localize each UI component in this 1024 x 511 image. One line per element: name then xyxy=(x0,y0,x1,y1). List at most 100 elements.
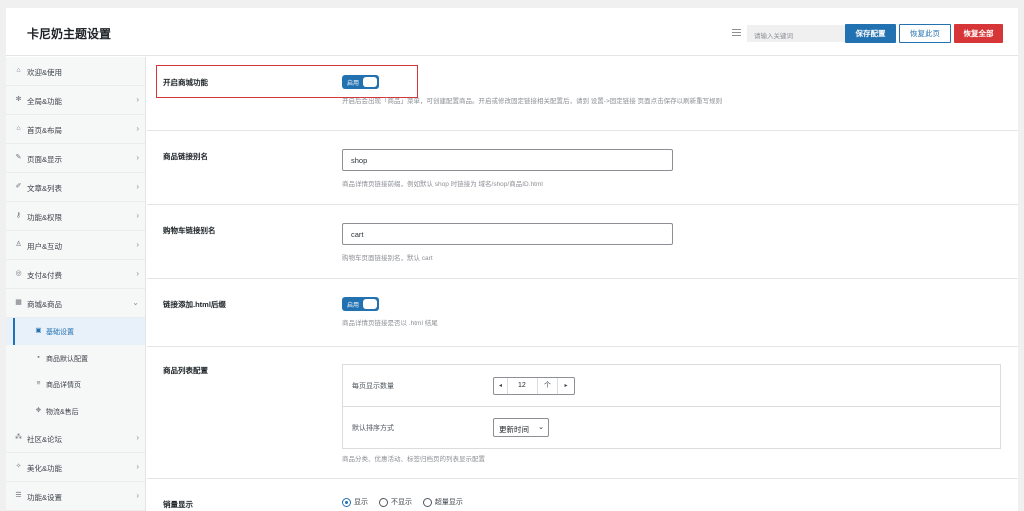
setting-description: 商品详情页链接是否以 .html 结尾 xyxy=(342,320,438,327)
setting-description: 开启后会出现「商品」菜单，可创建配置商品。开启或修改固定链接相关配置后，请到 设… xyxy=(342,98,723,105)
grid-icon: ▣ xyxy=(35,327,42,334)
per-page-stepper[interactable]: ◂ 12 个 ▸ xyxy=(493,377,575,395)
per-page-value: 12 xyxy=(518,382,526,389)
sidebar-item-function-settings[interactable]: ☰ 功能&设置 › xyxy=(6,482,145,511)
sort-label: 默认排序方式 xyxy=(352,425,394,432)
setting-label: 销量显示 xyxy=(163,500,193,509)
menu-icon[interactable] xyxy=(732,29,741,37)
radio-show[interactable]: 显示 xyxy=(342,497,368,507)
sidebar-item-global[interactable]: ✻ 全局&功能 › xyxy=(6,86,145,115)
chevron-right-icon: › xyxy=(136,433,139,442)
sidebar: ⌂ 欢迎&使用 ✻ 全局&功能 › ⌂ 首页&布局 › ✎ 页面&显示 › ✐ … xyxy=(6,57,146,511)
sidebar-item-users[interactable]: ♙ 用户&互动 › xyxy=(6,231,145,260)
home-icon: ⌂ xyxy=(16,67,21,74)
product-slug-input[interactable]: shop xyxy=(342,149,673,171)
chevron-right-icon: › xyxy=(136,182,139,191)
setting-label: 商品链接别名 xyxy=(163,152,208,161)
sidebar-item-label: 商城&商品 xyxy=(27,300,63,309)
user-icon: ♙ xyxy=(15,241,22,248)
magic-icon: ✧ xyxy=(15,463,22,470)
increment-icon[interactable]: ▸ xyxy=(557,378,574,394)
settings-panel: 卡尼奶主题设置 请输入关键词 保存配置 恢复此页 恢复全部 ⌂ 欢迎&使用 ✻ … xyxy=(6,8,1018,511)
toggle-label: 启用 xyxy=(347,81,360,87)
decrement-icon[interactable]: ◂ xyxy=(494,378,508,394)
chevron-right-icon: › xyxy=(136,153,139,162)
setting-description: 商品详情页链接前缀，例如默认 shop 时链接为 域名/shop/商品ID.ht… xyxy=(342,181,543,188)
chevron-down-icon: ⌄ xyxy=(132,298,139,307)
chevron-right-icon: › xyxy=(136,462,139,471)
sidebar-item-home-layout[interactable]: ⌂ 首页&布局 › xyxy=(6,115,145,144)
house-icon: ⌂ xyxy=(16,125,21,132)
brush-icon: ✎ xyxy=(15,154,22,161)
sidebar-item-payment[interactable]: ◎ 支付&付费 › xyxy=(6,260,145,289)
chevron-right-icon: › xyxy=(136,95,139,104)
sidebar-item-posts[interactable]: ✐ 文章&列表 › xyxy=(6,173,145,202)
sidebar-subitem-label: 商品详情页 xyxy=(46,382,81,389)
setting-row-html-suffix: 链接添加.html后缀 启用 商品详情页链接是否以 .html 结尾 xyxy=(147,279,1018,347)
setting-row-product-slug: 商品链接别名 shop 商品详情页链接前缀，例如默认 shop 时链接为 域名/… xyxy=(147,131,1018,205)
sidebar-item-label: 社区&论坛 xyxy=(27,435,63,444)
sidebar-subitem-logistics[interactable]: ✥ 物流&售后 xyxy=(6,397,145,424)
setting-label: 购物车链接别名 xyxy=(163,226,216,235)
setting-row-list-config: 商品列表配置 每页显示数量 ◂ 12 个 ▸ 默认排序方式 更新时间 ⌄ 商品分… xyxy=(147,347,1018,479)
sort-value: 更新时间 xyxy=(499,425,529,434)
sidebar-subitem-label: 基础设置 xyxy=(46,329,74,336)
per-page-unit: 个 xyxy=(537,378,557,394)
sales-display-radio-group: 显示 不显示 超量显示 xyxy=(342,497,472,507)
reset-page-button[interactable]: 恢复此页 xyxy=(899,24,951,43)
shop-icon: ▦ xyxy=(15,299,22,306)
sidebar-item-shop[interactable]: ▦ 商城&商品 ⌄ xyxy=(6,289,145,318)
sidebar-subitem-product-defaults[interactable]: ▪ 商品默认配置 xyxy=(6,344,145,371)
reset-all-button[interactable]: 恢复全部 xyxy=(954,24,1003,43)
list-icon: ☰ xyxy=(15,492,22,499)
sidebar-item-label: 首页&布局 xyxy=(27,126,63,135)
chevron-right-icon: › xyxy=(136,124,139,133)
per-page-row: 每页显示数量 ◂ 12 个 ▸ xyxy=(343,365,1000,407)
chevron-right-icon: › xyxy=(136,491,139,500)
gear-icon: ✻ xyxy=(15,96,22,103)
sidebar-item-page-display[interactable]: ✎ 页面&显示 › xyxy=(6,144,145,173)
cart-slug-input[interactable]: cart xyxy=(342,223,673,245)
pencil-icon: ✐ xyxy=(15,183,22,190)
radio-dot xyxy=(342,497,351,507)
toggle-knob xyxy=(363,77,377,87)
sidebar-item-label: 功能&设置 xyxy=(27,493,63,502)
sidebar-item-welcome[interactable]: ⌂ 欢迎&使用 xyxy=(6,57,145,86)
save-button[interactable]: 保存配置 xyxy=(845,24,896,43)
sidebar-item-beautify[interactable]: ✧ 美化&功能 › xyxy=(6,453,145,482)
radio-label: 显示 xyxy=(354,499,368,506)
community-icon: ⁂ xyxy=(15,434,22,441)
list-config-table: 每页显示数量 ◂ 12 个 ▸ 默认排序方式 更新时间 ⌄ xyxy=(342,364,1001,449)
truck-icon: ✥ xyxy=(35,406,42,414)
sidebar-item-label: 页面&显示 xyxy=(27,155,63,164)
radio-hide[interactable]: 不显示 xyxy=(378,497,412,507)
shop-enable-toggle[interactable]: 启用 xyxy=(342,75,379,89)
chevron-right-icon: › xyxy=(136,211,139,220)
sidebar-item-permissions[interactable]: ⚷ 功能&权限 › xyxy=(6,202,145,231)
sidebar-item-community[interactable]: ⁂ 社区&论坛 › xyxy=(6,424,145,453)
sidebar-subitem-product-detail[interactable]: ≡ 商品详情页 xyxy=(6,371,145,398)
sidebar-item-label: 功能&权限 xyxy=(27,213,63,222)
setting-description: 购物车页面链接别名，默认 cart xyxy=(342,255,433,262)
sidebar-subitem-label: 商品默认配置 xyxy=(46,355,88,363)
toggle-label: 启用 xyxy=(347,303,360,309)
header: 卡尼奶主题设置 请输入关键词 保存配置 恢复此页 恢复全部 xyxy=(6,8,1018,56)
sort-select[interactable]: 更新时间 ⌄ xyxy=(493,418,549,437)
setting-label: 开启商城功能 xyxy=(163,78,208,87)
setting-row-cart-slug: 购物车链接别名 cart 购物车页面链接别名，默认 cart xyxy=(147,205,1018,279)
sidebar-subitem-basic[interactable]: ▣ 基础设置 xyxy=(6,318,145,345)
html-suffix-toggle[interactable]: 启用 xyxy=(342,297,379,311)
page-title: 卡尼奶主题设置 xyxy=(27,27,112,41)
radio-over-show[interactable]: 超量显示 xyxy=(422,497,463,507)
box-icon: ▪ xyxy=(37,353,40,361)
radio-dot xyxy=(422,497,432,507)
radio-dot xyxy=(378,497,388,507)
search-input[interactable]: 请输入关键词 xyxy=(747,25,847,42)
chevron-right-icon: › xyxy=(136,240,139,249)
sidebar-item-label: 欢迎&使用 xyxy=(27,68,63,77)
settings-content: 开启商城功能 启用 开启后会出现「商品」菜单，可创建配置商品。开启或修改固定链接… xyxy=(147,57,1018,511)
sidebar-item-label: 用户&互动 xyxy=(27,242,63,251)
setting-row-shop-enable: 开启商城功能 启用 开启后会出现「商品」菜单，可创建配置商品。开启或修改固定链接… xyxy=(147,57,1018,131)
sidebar-item-label: 全局&功能 xyxy=(27,97,63,106)
coin-icon: ◎ xyxy=(15,270,22,277)
